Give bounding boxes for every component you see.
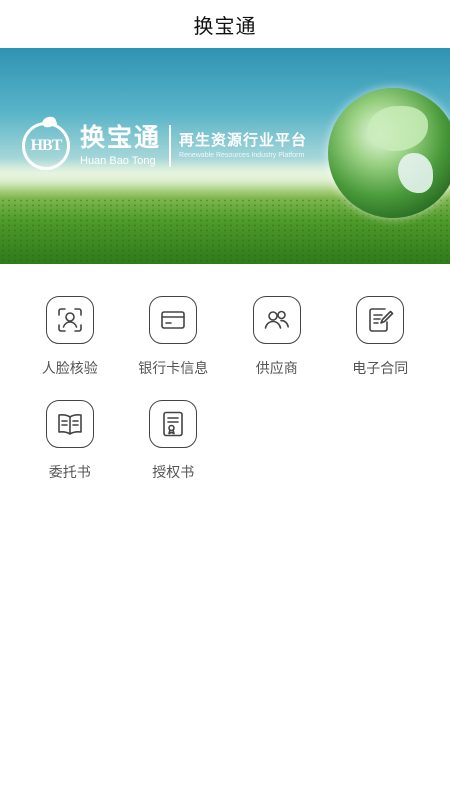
menu-item-e-contract[interactable]: 电子合同 bbox=[329, 296, 433, 378]
brand-name: 换宝通 Huan Bao Tong bbox=[80, 124, 161, 168]
menu-item-label: 银行卡信息 bbox=[138, 361, 209, 377]
logo-monogram: HBT bbox=[30, 137, 63, 154]
title-bar: 换宝通 bbox=[0, 0, 450, 48]
brand-name-en: Huan Bao Tong bbox=[80, 155, 156, 167]
platform-tagline-cn: 再生资源行业平台 bbox=[179, 131, 308, 149]
brand-divider bbox=[169, 125, 172, 167]
face-verify-icon[interactable] bbox=[45, 296, 94, 344]
e-contract-icon[interactable] bbox=[356, 296, 405, 344]
menu-item-supplier[interactable]: 供应商 bbox=[225, 296, 329, 378]
platform-tagline-en: Renewable Resources Industry Platform bbox=[179, 152, 305, 159]
hbt-logo-icon: HBT bbox=[22, 114, 70, 170]
menu-item-face-verify[interactable]: 人脸核验 bbox=[18, 296, 122, 378]
authorization-letter-icon[interactable] bbox=[149, 400, 198, 448]
menu-item-label: 电子合同 bbox=[352, 361, 409, 377]
globe-image bbox=[328, 88, 450, 218]
power-of-attorney-icon[interactable] bbox=[45, 400, 94, 448]
supplier-icon[interactable] bbox=[252, 296, 301, 344]
menu-item-power-of-attorney[interactable]: 委托书 bbox=[18, 400, 122, 482]
feature-grid: 人脸核验 银行卡信息 供应商 电子合同 委托书 授权书 bbox=[0, 296, 450, 482]
menu-item-label: 授权书 bbox=[152, 465, 195, 481]
platform-tagline: 再生资源行业平台 Renewable Resources Industry Pl… bbox=[179, 130, 307, 162]
menu-item-authorization-letter[interactable]: 授权书 bbox=[122, 400, 226, 482]
page-title: 换宝通 bbox=[193, 13, 257, 38]
banner-carousel[interactable]: HBT 换宝通 Huan Bao Tong 再生资源行业平台 Renewable… bbox=[0, 48, 450, 264]
menu-item-label: 委托书 bbox=[48, 465, 91, 481]
menu-item-label: 供应商 bbox=[255, 361, 298, 377]
banner-logo: HBT 换宝通 Huan Bao Tong 再生资源行业平台 Renewable… bbox=[22, 114, 307, 170]
brand-name-cn: 换宝通 bbox=[80, 123, 162, 152]
menu-item-bank-card[interactable]: 银行卡信息 bbox=[122, 296, 226, 378]
bank-card-icon[interactable] bbox=[149, 296, 198, 344]
menu-item-label: 人脸核验 bbox=[41, 361, 98, 377]
